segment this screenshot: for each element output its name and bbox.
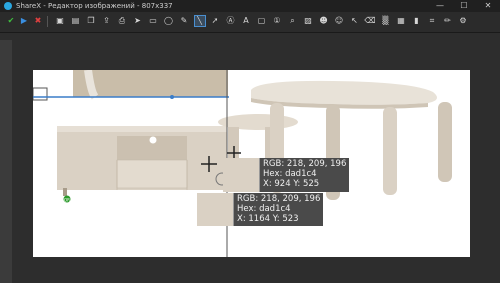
cancel-button[interactable]: ✖ (33, 16, 43, 26)
editor-toolbar: ✔ ▶ ✖ ▣ ▤ ❐ ⇪ ⎙ ➤ ▭ ◯ ✎ ╲ ➚ Ⓐ A ▢ ① ⌕ ▨ ☻ ☺ ↖ ⌫ ▒ ▦ ▮ ⌗ ✏ ⚙ (0, 12, 500, 33)
title-bar: ShareX - Редактор изображений - 807x337 … (0, 0, 500, 12)
position-value: X: 924 Y: 525 (263, 179, 320, 189)
close-button[interactable]: ✕ (476, 0, 500, 12)
hex-value: Hex: dad1c4 (263, 169, 317, 179)
text-background-icon[interactable]: A (241, 16, 251, 26)
text-outline-icon[interactable]: Ⓐ (226, 16, 236, 26)
step-icon[interactable]: ① (272, 16, 282, 26)
save-as-icon[interactable]: ▤ (71, 16, 81, 26)
side-panel (0, 40, 12, 283)
magnify-icon[interactable]: ⌕ (288, 16, 298, 26)
cursor-icon[interactable]: ↖ (350, 16, 360, 26)
toolbar-divider (47, 16, 48, 27)
color-picker-icon[interactable]: ✏ (443, 16, 453, 26)
emoji-icon[interactable]: ☺ (334, 16, 344, 26)
rgb-value: RGB: 218, 209, 196 (263, 159, 347, 169)
badge-label: OR (64, 198, 70, 203)
window-title: ShareX - Редактор изображений - 807x337 (16, 2, 173, 10)
hex-value: Hex: dad1c4 (237, 204, 291, 214)
freehand-icon[interactable]: ✎ (179, 16, 189, 26)
table-leg (383, 107, 397, 195)
confirm-button[interactable]: ✔ (6, 16, 16, 26)
minimize-button[interactable]: — (428, 0, 452, 12)
selection-handle (170, 95, 174, 99)
color-picker-tooltip: RGB: 218, 209, 196 Hex: dad1c4 X: 1164 Y… (197, 193, 324, 226)
ellipse-icon[interactable]: ◯ (164, 16, 174, 26)
color-picker-tooltip: RGB: 218, 209, 196 Hex: dad1c4 X: 924 Y:… (223, 158, 350, 192)
run-button[interactable]: ▶ (19, 16, 29, 26)
blur-icon[interactable]: ▒ (381, 16, 391, 26)
print-icon[interactable]: ⎙ (117, 16, 127, 26)
color-swatch (223, 158, 260, 192)
settings-icon[interactable]: ⚙ (458, 16, 468, 26)
sharex-logo-icon (4, 2, 12, 10)
rectangle-icon[interactable]: ▭ (148, 16, 158, 26)
rgb-value: RGB: 218, 209, 196 (237, 194, 321, 204)
table-leg (438, 102, 452, 182)
highlight-icon[interactable]: ▮ (412, 16, 422, 26)
crop-icon[interactable]: ⌗ (427, 16, 437, 26)
big-table-top (251, 80, 437, 105)
color-info: RGB: 218, 209, 196 Hex: dad1c4 X: 924 Y:… (260, 158, 350, 192)
eraser-icon[interactable]: ⌫ (364, 16, 375, 26)
speech-balloon-icon[interactable]: ▢ (257, 16, 267, 26)
color-info: RGB: 218, 209, 196 Hex: dad1c4 X: 1164 Y… (234, 193, 324, 226)
color-swatch (197, 193, 234, 226)
pixelate-icon[interactable]: ▦ (396, 16, 406, 26)
image-icon[interactable]: ▨ (303, 16, 313, 26)
upload-icon[interactable]: ⇪ (102, 16, 112, 26)
position-value: X: 1164 Y: 523 (237, 214, 299, 224)
arrow-icon[interactable]: ➚ (210, 16, 220, 26)
save-icon[interactable]: ▣ (55, 16, 65, 26)
pointer-icon[interactable]: ➤ (133, 16, 143, 26)
chair-edge (33, 87, 48, 101)
copy-icon[interactable]: ❐ (86, 16, 96, 26)
sticker-icon[interactable]: ☻ (319, 16, 329, 26)
line-icon[interactable]: ╲ (193, 15, 206, 27)
maximize-button[interactable]: ☐ (452, 0, 476, 12)
